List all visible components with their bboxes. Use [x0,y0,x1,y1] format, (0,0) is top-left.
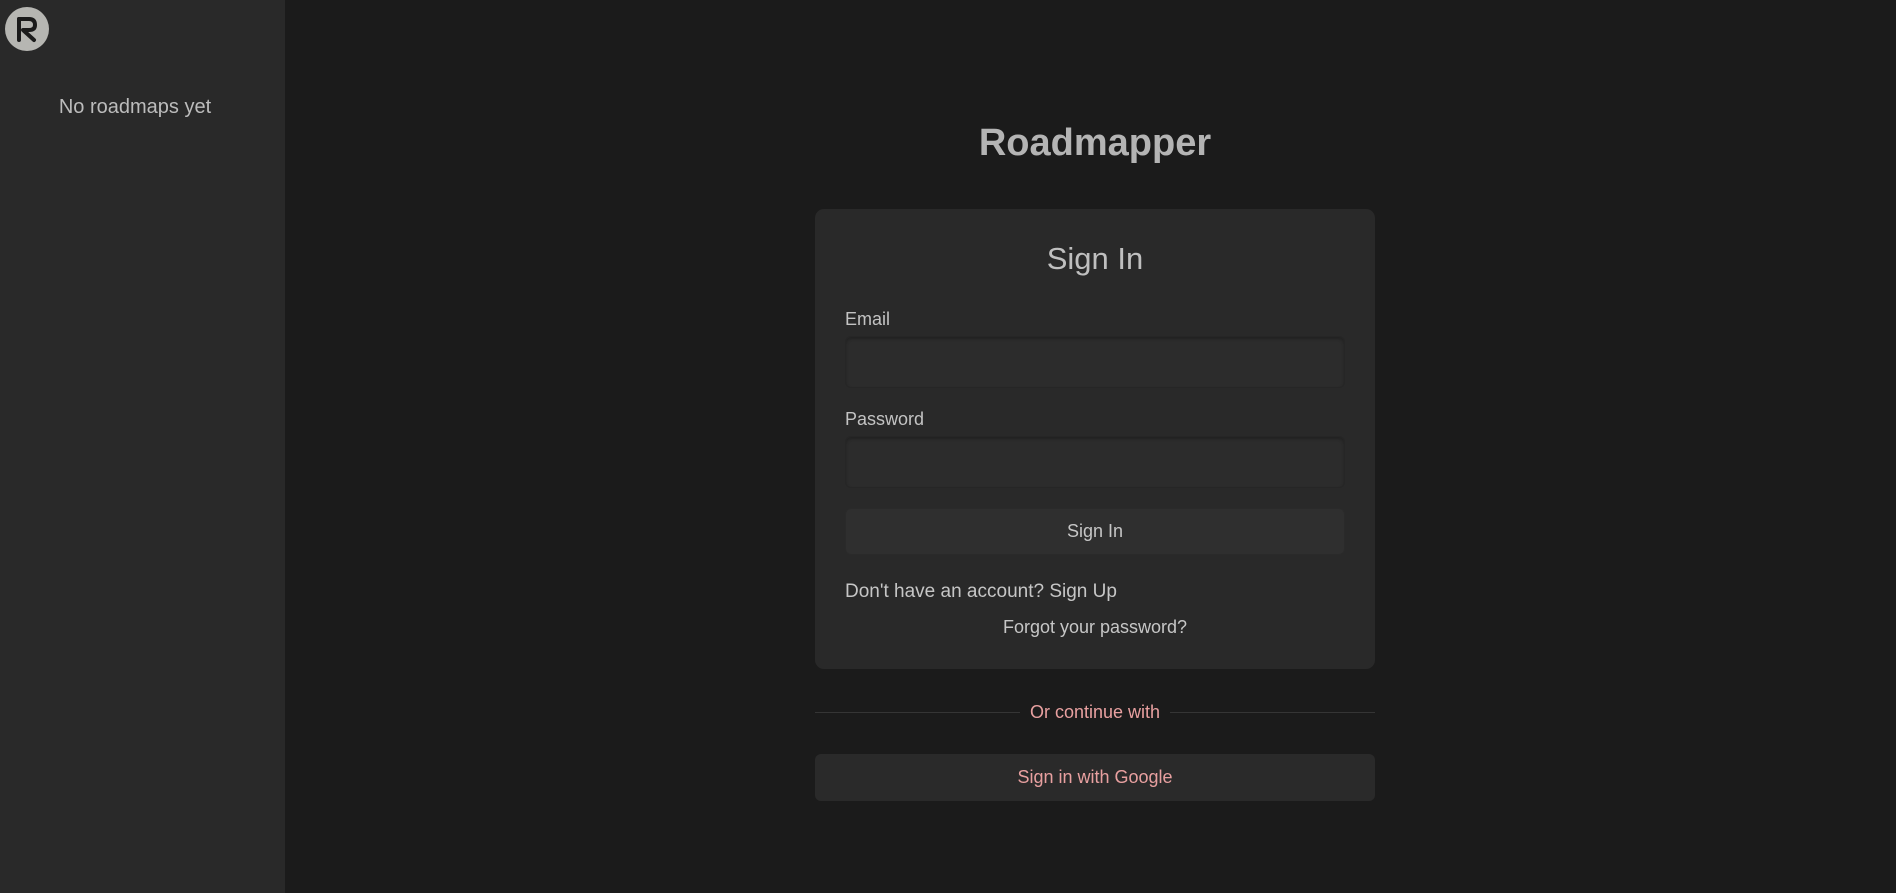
email-field[interactable] [845,336,1345,388]
divider-text: Or continue with [1029,702,1161,722]
no-roadmaps-text: No roadmaps yet [58,96,212,118]
main-content: Roadmapper Sign In Email Password Sign I… [285,0,1896,893]
sign-in-card: Sign In Email Password Sign In Don't hav… [815,209,1375,669]
sidebar: No roadmaps yet [0,0,285,893]
sign-in-heading: Sign In [1046,241,1144,276]
app-title: Roadmapper [978,122,1212,164]
email-label: Email [845,309,891,329]
app-logo-icon[interactable] [5,7,49,51]
password-field[interactable] [845,436,1345,488]
or-continue-divider: Or continue with [815,700,1375,724]
password-label: Password [845,409,925,429]
signup-prompt: Don't have an account? [845,581,1045,602]
signup-row: Don't have an account? Sign Up [845,581,1117,603]
logo-letter-r-icon [17,17,37,42]
sign-up-link[interactable]: Sign Up [1049,581,1117,602]
sign-in-button[interactable]: Sign In [845,508,1345,555]
forgot-password-link[interactable]: Forgot your password? [815,617,1375,638]
google-sign-in-button[interactable]: Sign in with Google [815,754,1375,801]
